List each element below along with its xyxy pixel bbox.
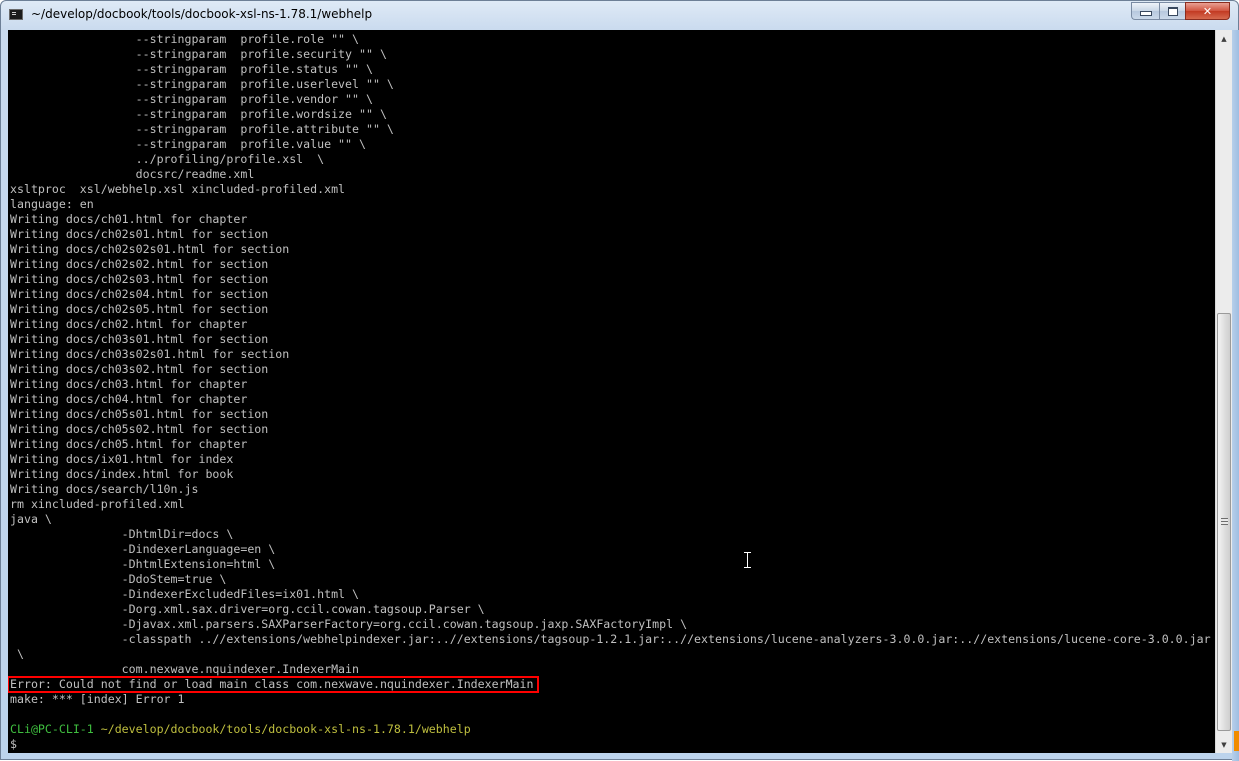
scroll-down-arrow-icon: ▼ xyxy=(1221,740,1227,749)
maximize-button[interactable] xyxy=(1159,2,1185,20)
minimize-icon xyxy=(1139,11,1152,16)
minimize-button[interactable] xyxy=(1131,2,1159,20)
terminal-line: Writing docs/ch02s02s01.html for section xyxy=(10,242,290,256)
terminal-line: Writing docs/ch03.html for chapter xyxy=(10,377,248,391)
text-cursor-icon xyxy=(744,552,752,568)
terminal-line: Writing docs/ch03s02s01.html for section xyxy=(10,347,290,361)
vertical-scrollbar[interactable]: ▲ ▼ xyxy=(1215,30,1232,753)
terminal-line: --stringparam profile.userlevel "" \ xyxy=(10,77,394,91)
terminal-line: Writing docs/ch03s01.html for section xyxy=(10,332,269,346)
background-window-edge xyxy=(1234,731,1239,751)
prompt-line: CLi@PC-CLI-1 ~/develop/docbook/tools/doc… xyxy=(10,722,1211,737)
close-button[interactable]: ✕ xyxy=(1185,2,1230,20)
terminal-line: Writing docs/ch02s04.html for section xyxy=(10,287,269,301)
terminal-line: rm xincluded-profiled.xml xyxy=(10,497,185,511)
terminal-window: ~/develop/docbook/tools/docbook-xsl-ns-1… xyxy=(0,0,1239,761)
terminal-line: \ xyxy=(10,647,24,661)
terminal-line: Writing docs/ch05s02.html for section xyxy=(10,422,269,436)
terminal-line: -classpath ..//extensions/webhelpindexer… xyxy=(10,632,1211,646)
terminal-line: ../profiling/profile.xsl \ xyxy=(10,152,325,166)
terminal-line: java \ xyxy=(10,512,52,526)
terminal-line: language: en xyxy=(10,197,94,211)
terminal-line: Writing docs/ch05s01.html for section xyxy=(10,407,269,421)
terminal-line: -DhtmlExtension=html \ xyxy=(10,557,276,571)
grip-icon xyxy=(1221,518,1228,525)
maximize-icon xyxy=(1167,6,1178,16)
scroll-down-button[interactable]: ▼ xyxy=(1216,736,1232,753)
terminal-line: Writing docs/ch03s02.html for section xyxy=(10,362,269,376)
terminal-line: --stringparam profile.security "" \ xyxy=(10,47,387,61)
terminal-line: --stringparam profile.status "" \ xyxy=(10,62,373,76)
terminal-line: Writing docs/ch02s02.html for section xyxy=(10,257,269,271)
terminal-line: Writing docs/ch01.html for chapter xyxy=(10,212,248,226)
terminal-line: Writing docs/ch02s01.html for section xyxy=(10,227,269,241)
terminal-line: --stringparam profile.value "" \ xyxy=(10,137,366,151)
terminal-line: -DindexerExcludedFiles=ix01.html \ xyxy=(10,587,360,601)
window-controls: ✕ xyxy=(1131,2,1230,21)
terminal-line: Writing docs/index.html for book xyxy=(10,467,234,481)
scroll-up-arrow-icon: ▲ xyxy=(1221,34,1227,43)
error-line: Error: Could not find or load main class… xyxy=(10,677,534,691)
terminal-line: xsltproc xsl/webhelp.xsl xincluded-profi… xyxy=(10,182,346,196)
terminal-line: -DhtmlDir=docs \ xyxy=(10,527,234,541)
terminal-line: -DdoStem=true \ xyxy=(10,572,227,586)
prompt-user-host: CLi@PC-CLI-1 xyxy=(10,722,94,736)
terminal-line: Writing docs/ch02.html for chapter xyxy=(10,317,248,331)
terminal-line: Writing docs/ch05.html for chapter xyxy=(10,437,248,451)
command-input-line[interactable]: $ xyxy=(10,737,1211,752)
window-title: ~/develop/docbook/tools/docbook-xsl-ns-1… xyxy=(31,7,373,21)
terminal-line: --stringparam profile.vendor "" \ xyxy=(10,92,373,106)
terminal-line: --stringparam profile.wordsize "" \ xyxy=(10,107,387,121)
terminal-line: -Dorg.xml.sax.driver=org.ccil.cowan.tags… xyxy=(10,602,485,616)
close-icon: ✕ xyxy=(1202,4,1213,18)
scrollbar-thumb[interactable] xyxy=(1217,313,1231,731)
scroll-up-button[interactable]: ▲ xyxy=(1216,30,1232,47)
terminal-line: -DindexerLanguage=en \ xyxy=(10,542,276,556)
terminal-line: Writing docs/ix01.html for index xyxy=(10,452,234,466)
terminal-lines: --stringparam profile.role "" \ --string… xyxy=(10,32,1211,752)
title-bar[interactable]: ~/develop/docbook/tools/docbook-xsl-ns-1… xyxy=(1,1,1238,30)
terminal-line: Writing docs/ch04.html for chapter xyxy=(10,392,248,406)
terminal-line: com.nexwave.nquindexer.IndexerMain xyxy=(10,662,360,676)
terminal-line: Writing docs/ch02s05.html for section xyxy=(10,302,269,316)
terminal-line: Writing docs/ch02s03.html for section xyxy=(10,272,269,286)
terminal-line: --stringparam profile.role "" \ xyxy=(10,32,360,46)
terminal-line: -Djavax.xml.parsers.SAXParserFactory=org… xyxy=(10,617,688,631)
terminal-output[interactable]: --stringparam profile.role "" \ --string… xyxy=(8,30,1215,753)
terminal-line: --stringparam profile.attribute "" \ xyxy=(10,122,394,136)
terminal-line: docsrc/readme.xml xyxy=(10,167,255,181)
window-frame-edge xyxy=(1232,30,1239,761)
terminal-line: Writing docs/search/l10n.js xyxy=(10,482,199,496)
prompt-path: ~/develop/docbook/tools/docbook-xsl-ns-1… xyxy=(93,722,471,736)
terminal-app-icon[interactable] xyxy=(9,9,23,20)
terminal-line: make: *** [index] Error 1 xyxy=(10,692,185,706)
